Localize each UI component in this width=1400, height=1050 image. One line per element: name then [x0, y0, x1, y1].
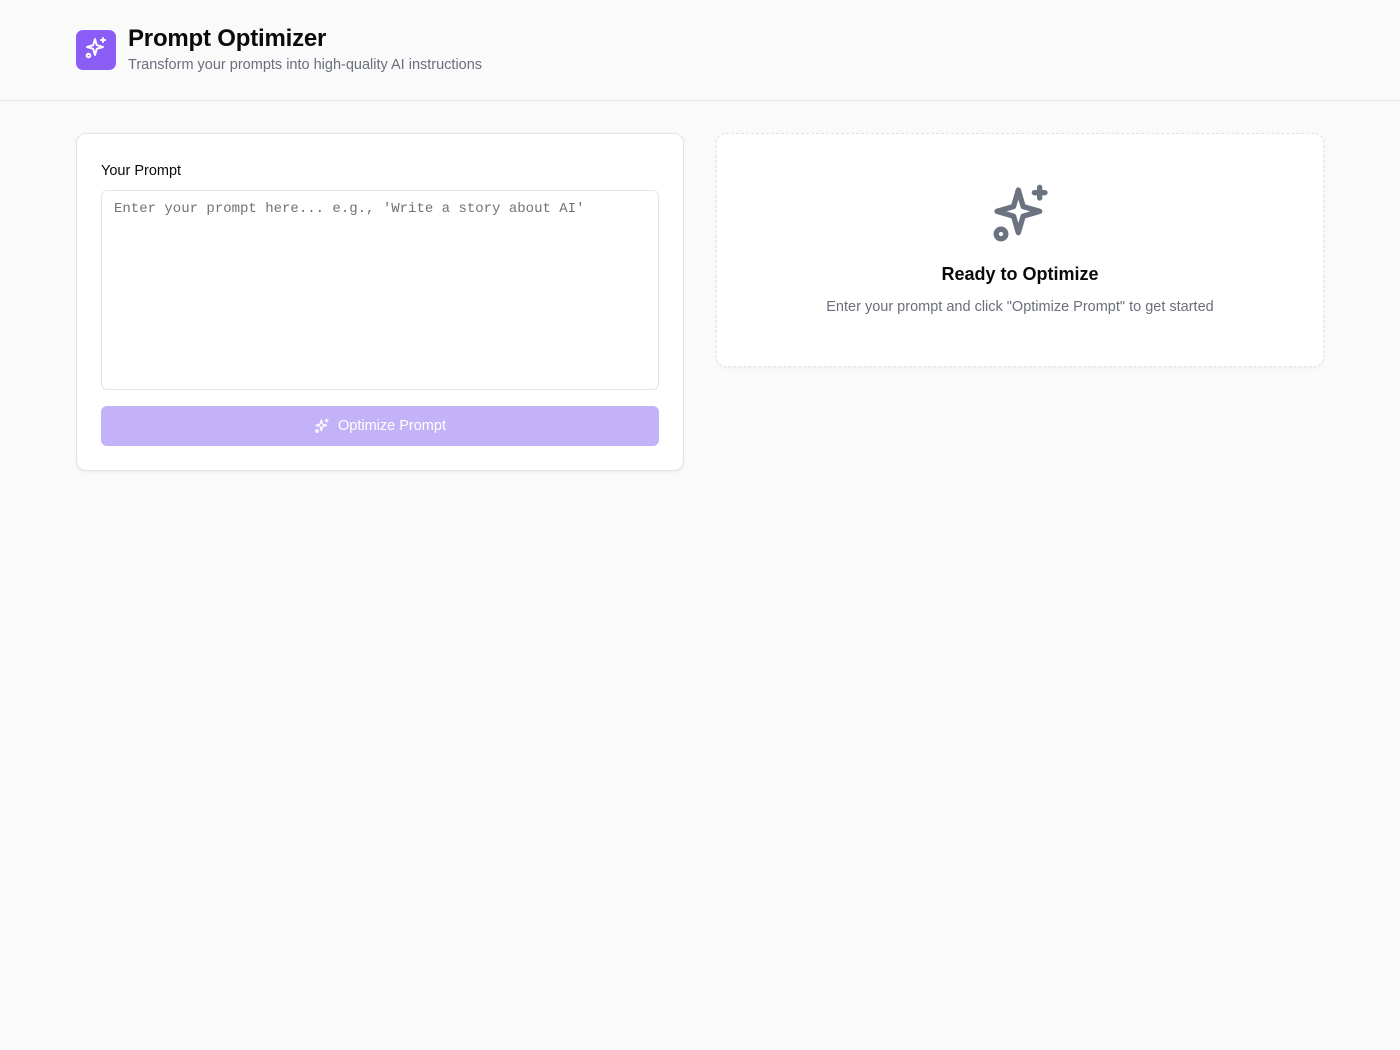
prompt-textarea[interactable]	[101, 190, 659, 390]
app-logo	[76, 30, 116, 70]
empty-state-title: Ready to Optimize	[941, 264, 1099, 284]
empty-state-description: Enter your prompt and click "Optimize Pr…	[826, 299, 1214, 315]
app-header: Prompt Optimizer Transform your prompts …	[0, 0, 1400, 101]
prompt-label: Your Prompt	[101, 163, 182, 179]
optimize-prompt-button[interactable]: Optimize Prompt	[101, 406, 659, 446]
optimize-button-label: Optimize Prompt	[338, 418, 446, 434]
sparkles-icon	[989, 182, 1053, 246]
sparkles-icon	[314, 418, 330, 434]
result-card: Ready to Optimize Enter your prompt and …	[716, 133, 1324, 367]
sparkles-icon	[84, 36, 108, 65]
app-subtitle: Transform your prompts into high-quality…	[128, 57, 483, 73]
app-title: Prompt Optimizer	[128, 25, 327, 52]
prompt-input-card: Your Prompt Optimize Prompt	[76, 133, 684, 471]
